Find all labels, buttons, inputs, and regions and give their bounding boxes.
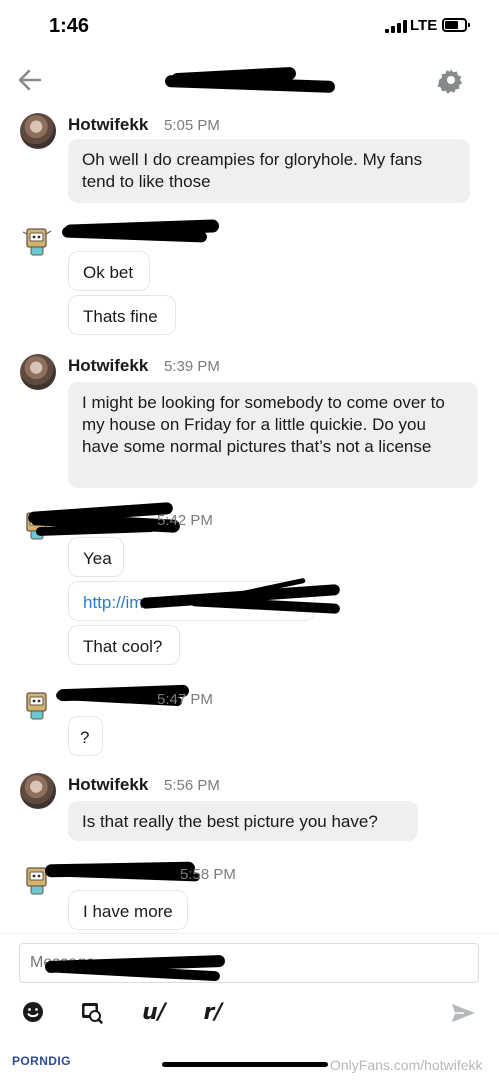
back-arrow-icon[interactable]: [16, 66, 44, 94]
subreddit-mention-button[interactable]: r/: [198, 998, 228, 1026]
message-bubble: Oh well I do creampies for gloryhole. My…: [68, 139, 470, 203]
status-time: 1:46: [49, 15, 90, 37]
emoji-icon[interactable]: [21, 998, 45, 1026]
message-time: 5:42 PM: [157, 512, 213, 529]
message-bubble: Yea: [68, 537, 124, 577]
avatar[interactable]: [20, 113, 56, 149]
message-bubble: Ok bet: [68, 251, 150, 291]
chat-title-redacted: [164, 66, 336, 93]
message-time: 5:39 PM: [164, 358, 220, 375]
message-bubble: That cool?: [68, 625, 180, 665]
avatar[interactable]: [20, 773, 56, 809]
message-bubble: I have more: [68, 890, 188, 930]
user-mention-button[interactable]: u/: [138, 998, 170, 1026]
message-time: 5:05 PM: [164, 117, 220, 134]
gear-icon[interactable]: [437, 66, 465, 94]
message-bubble: Thats fine: [68, 295, 176, 335]
sender-name[interactable]: Hotwifekk: [68, 115, 148, 135]
message-time: 5:58 PM: [180, 866, 236, 883]
chat-header: [0, 56, 499, 104]
signal-icon: [385, 20, 407, 33]
message-bubble: I might be looking for somebody to come …: [68, 382, 478, 488]
footer: PORNDIG OnlyFans.com/hotwifekk: [0, 1045, 499, 1080]
robot-avatar-icon[interactable]: [20, 222, 56, 258]
network-type: LTE: [410, 17, 438, 34]
sender-name[interactable]: Hotwifekk: [68, 775, 148, 795]
message-bubble: ?: [68, 716, 103, 756]
robot-avatar-icon[interactable]: [20, 686, 56, 722]
message-bubble: Is that really the best picture you have…: [68, 801, 418, 841]
sender-name[interactable]: Hotwifekk: [68, 356, 148, 376]
brand-logo: PORNDIG: [12, 1054, 71, 1068]
home-indicator[interactable]: [162, 1062, 328, 1067]
send-icon[interactable]: [450, 1002, 477, 1024]
avatar[interactable]: [20, 354, 56, 390]
battery-icon: [442, 18, 470, 32]
message-time: 5:47 PM: [157, 691, 213, 708]
message-link[interactable]: http://im: [83, 593, 143, 612]
status-bar: 1:46 LTE: [0, 0, 499, 56]
composer: u/ r/: [0, 933, 499, 1043]
image-search-icon[interactable]: [80, 998, 104, 1026]
watermark: OnlyFans.com/hotwifekk: [330, 1057, 483, 1073]
message-time: 5:56 PM: [164, 777, 220, 794]
